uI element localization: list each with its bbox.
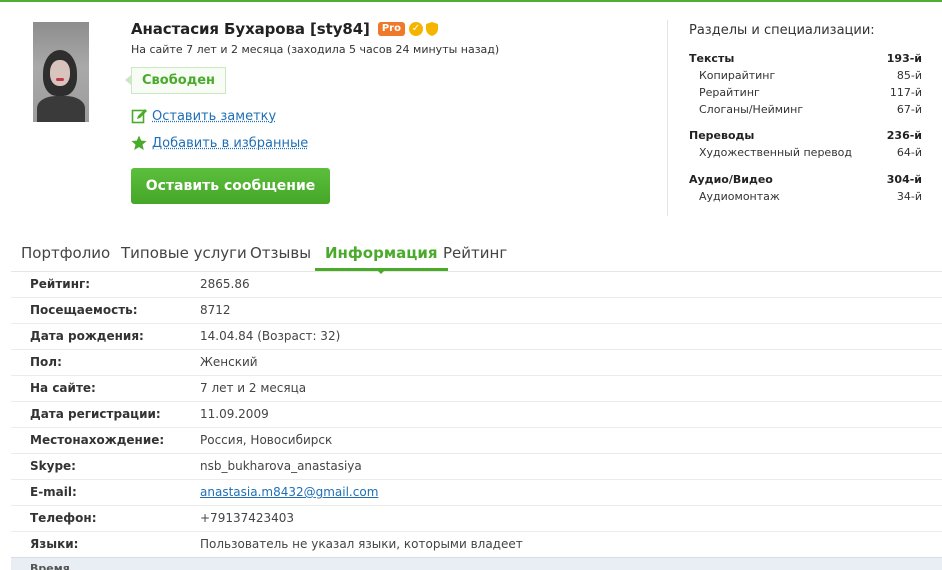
tab-portfolio[interactable]: Портфолио (11, 238, 120, 269)
specializations-title: Разделы и специализации: (689, 23, 875, 38)
info-value: Россия, Новосибирск (200, 433, 333, 447)
spec-group-name: Переводы (689, 129, 755, 142)
tab-information[interactable]: Информация (315, 238, 448, 274)
tab-rating[interactable]: Рейтинг (433, 238, 517, 269)
add-favorite-link[interactable]: Добавить в избранные (131, 135, 308, 151)
info-value: 11.09.2009 (200, 407, 269, 421)
table-row: Телефон: +79137423403 (11, 506, 942, 532)
spec-item-rank: 67-й (896, 103, 922, 116)
info-key: Рейтинг: (30, 277, 91, 291)
spec-group-texts: Тексты 193-й Копирайтинг 85-й Рерайтинг … (689, 50, 922, 118)
check-circle-icon[interactable]: ✓ (408, 22, 423, 36)
spec-item-row[interactable]: Слоганы/Нейминг 67-й (689, 101, 922, 118)
info-key: На сайте: (30, 381, 96, 395)
spec-group-row[interactable]: Тексты 193-й (689, 50, 922, 67)
skype-value: nsb_bukharova_anastasiya (200, 459, 362, 473)
spec-group-row[interactable]: Переводы 236-й (689, 127, 922, 144)
table-row: Рейтинг: 2865.86 (11, 272, 942, 298)
spec-group-name: Аудио/Видео (689, 173, 773, 186)
info-key: Пол: (30, 355, 62, 369)
spec-item-rank: 85-й (896, 69, 922, 82)
spec-item-name: Копирайтинг (699, 69, 776, 82)
shield-icon[interactable] (425, 22, 438, 36)
spec-item-row[interactable]: Рерайтинг 117-й (689, 84, 922, 101)
info-value: Женский (200, 355, 258, 369)
avatar-shoulder (37, 96, 85, 122)
info-key: Языки: (30, 537, 79, 551)
leave-note-label[interactable]: Оставить заметку (152, 109, 276, 124)
table-row: Дата регистрации: 11.09.2009 (11, 402, 942, 428)
info-value: 2865.86 (200, 277, 250, 291)
next-section-header: Время (11, 557, 942, 570)
info-key: Skype: (30, 459, 76, 473)
spec-item-name: Слоганы/Нейминг (699, 103, 804, 116)
info-key: Дата регистрации: (30, 407, 161, 421)
info-key: Посещаемость: (30, 303, 138, 317)
info-value: 8712 (200, 303, 231, 317)
spec-item-name: Аудиомонтаж (699, 190, 780, 203)
spec-item-row[interactable]: Копирайтинг 85-й (689, 67, 922, 84)
specializations-panel: Разделы и специализации: Тексты 193-й Ко… (667, 20, 926, 216)
spec-item-rank: 117-й (889, 86, 922, 99)
add-favorite-label[interactable]: Добавить в избранные (152, 136, 308, 151)
spec-group-rank: 304-й (886, 173, 922, 186)
spec-item-row[interactable]: Аудиомонтаж 34-й (689, 188, 922, 205)
spec-group-row[interactable]: Аудио/Видео 304-й (689, 171, 922, 188)
spec-group-translations: Переводы 236-й Художественный перевод 64… (689, 127, 922, 161)
table-row: Пол: Женский (11, 350, 942, 376)
pencil-icon (131, 109, 147, 124)
avatar-lips (56, 78, 64, 81)
table-row: Языки: Пользователь не указал языки, кот… (11, 532, 942, 558)
info-key: Местонахождение: (30, 433, 165, 447)
info-table: Рейтинг: 2865.86 Посещаемость: 8712 Дата… (11, 272, 942, 558)
tab-reviews[interactable]: Отзывы (240, 238, 321, 269)
email-link[interactable]: anastasia.m8432@gmail.com (200, 480, 378, 505)
info-key: Телефон: (30, 511, 97, 525)
pro-badge[interactable]: Pro (377, 22, 405, 36)
table-row: E-mail: anastasia.m8432@gmail.com (11, 480, 942, 506)
info-value: 14.04.84 (Возраст: 32) (200, 329, 341, 343)
star-icon (131, 135, 147, 150)
tab-services[interactable]: Типовые услуги (111, 238, 257, 269)
spec-item-rank: 64-й (896, 146, 922, 159)
table-row: Skype: nsb_bukharova_anastasiya (11, 454, 942, 480)
online-status: На сайте 7 лет и 2 месяца (заходила 5 ча… (131, 43, 500, 56)
avatar-face (50, 60, 70, 86)
profile-header: Анастасия Бухарова [sty84] Pro ✓ (131, 20, 438, 38)
send-message-button[interactable]: Оставить сообщение (131, 168, 330, 204)
info-value: Пользователь не указал языки, которыми в… (200, 537, 523, 551)
leave-note-link[interactable]: Оставить заметку (131, 108, 276, 124)
user-name[interactable]: Анастасия Бухарова [sty84] (131, 20, 370, 38)
spec-item-name: Рерайтинг (699, 86, 760, 99)
info-value: 7 лет и 2 месяца (200, 381, 307, 395)
top-accent-bar (0, 0, 942, 2)
spec-item-rank: 34-й (896, 190, 922, 203)
spec-item-name: Художественный перевод (699, 146, 853, 159)
table-row: На сайте: 7 лет и 2 месяца (11, 376, 942, 402)
table-row: Посещаемость: 8712 (11, 298, 942, 324)
profile-tabs: Портфолио Типовые услуги Отзывы Информац… (11, 238, 942, 274)
spec-item-row[interactable]: Художественный перевод 64-й (689, 144, 922, 161)
table-row: Местонахождение: Россия, Новосибирск (11, 428, 942, 454)
info-key: Дата рождения: (30, 329, 144, 343)
phone-value: +79137423403 (200, 511, 295, 525)
spec-group-name: Тексты (689, 52, 735, 65)
avatar[interactable] (33, 22, 89, 122)
table-row: Дата рождения: 14.04.84 (Возраст: 32) (11, 324, 942, 350)
info-key: E-mail: (30, 485, 77, 499)
spec-group-audio-video: Аудио/Видео 304-й Аудиомонтаж 34-й (689, 171, 922, 205)
spec-group-rank: 236-й (886, 129, 922, 142)
status-badge: Свободен (124, 67, 227, 94)
spec-group-rank: 193-й (886, 52, 922, 65)
